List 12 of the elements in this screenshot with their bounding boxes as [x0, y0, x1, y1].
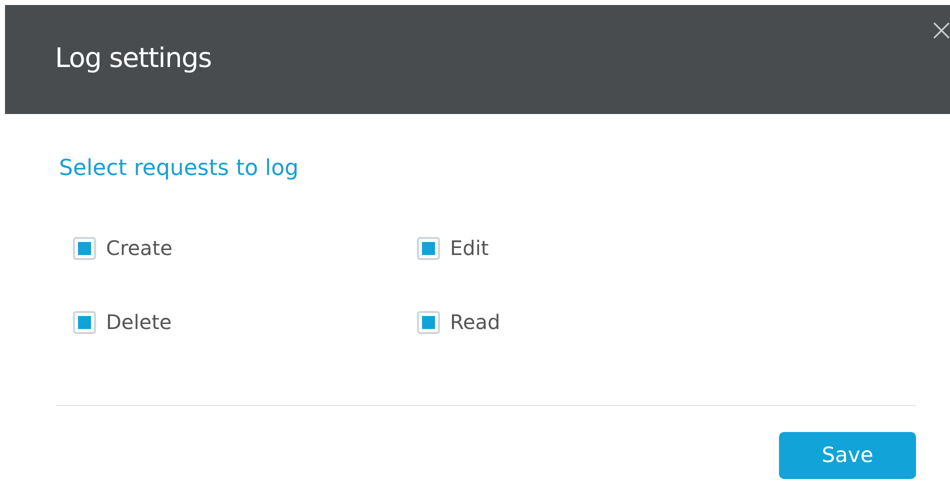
dialog-title: Log settings	[55, 42, 212, 76]
checkbox-option[interactable]: Read	[417, 307, 500, 337]
close-button[interactable]	[933, 22, 950, 39]
checkbox[interactable]	[417, 236, 440, 260]
checkbox[interactable]	[417, 310, 440, 334]
checkbox-option[interactable]: Delete	[73, 307, 172, 337]
checkbox-option[interactable]: Create	[73, 233, 172, 263]
section-heading: Select requests to log	[59, 155, 300, 183]
checkbox-option[interactable]: Edit	[417, 233, 489, 263]
checkbox[interactable]	[73, 310, 96, 334]
close-icon	[933, 22, 950, 39]
checkbox[interactable]	[73, 236, 96, 260]
